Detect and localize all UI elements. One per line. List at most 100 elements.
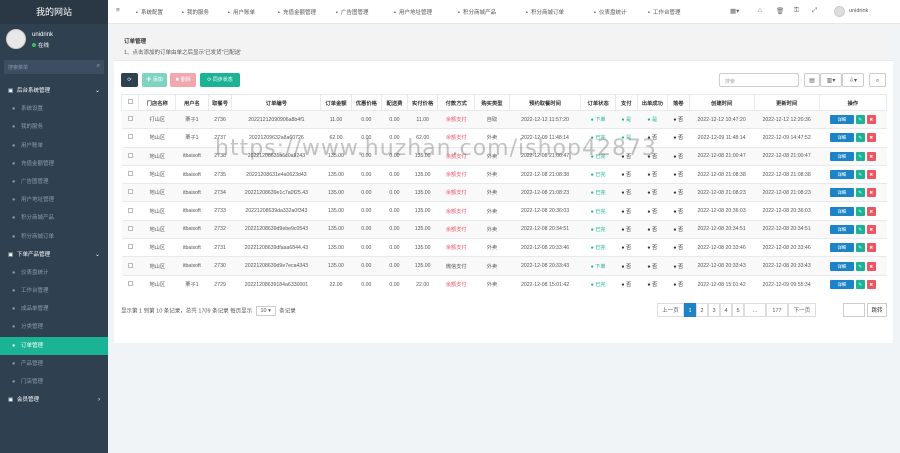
menu-toggle-icon[interactable]: ≡: [116, 7, 120, 14]
table-row[interactable]: 地山区 itbaisoft 2732 20221208639d9ebe9c0543 13…: [121, 219, 887, 239]
sync-button[interactable]: ⟳ 同步状态: [200, 73, 240, 87]
row-checkbox[interactable]: [127, 207, 133, 213]
select-all-checkbox[interactable]: [127, 99, 133, 104]
row-checkbox[interactable]: [127, 281, 133, 287]
column-header[interactable]: 订单金额: [320, 94, 352, 111]
edit-button[interactable]: ✎: [855, 115, 865, 125]
sidebar-item[interactable]: ● 成品单管理: [0, 300, 108, 318]
table-row[interactable]: 地山区 栗子1 2729 20221208639184a6330001 22.00 0.0…: [121, 274, 887, 294]
search-icon[interactable]: ⌕: [97, 63, 100, 70]
home-icon[interactable]: ⌂: [758, 7, 762, 14]
sidebar-item[interactable]: ● 积分商城产品: [0, 209, 108, 227]
topnav-tab[interactable]: ▪ 广告图管理: [336, 8, 368, 16]
row-checkbox[interactable]: [127, 189, 133, 195]
edit-button[interactable]: ✎: [855, 170, 865, 180]
page-button[interactable]: 4: [720, 303, 732, 317]
app-logo[interactable]: 我的网站: [0, 0, 108, 24]
lock-icon[interactable]: ⚿: [794, 7, 799, 15]
prev-page-button[interactable]: 上一页: [657, 303, 684, 317]
view-button[interactable]: 详细: [829, 224, 854, 234]
columns-button[interactable]: ▥▾: [820, 73, 842, 87]
fullscreen-icon[interactable]: ⤢: [812, 7, 817, 15]
table-search-input[interactable]: 搜索: [719, 73, 799, 87]
delete-row-button[interactable]: ✖: [866, 243, 876, 253]
row-checkbox[interactable]: [127, 134, 133, 140]
row-checkbox[interactable]: [127, 225, 133, 231]
column-header[interactable]: 创建时间: [688, 94, 755, 111]
edit-button[interactable]: ✎: [855, 206, 865, 216]
avatar[interactable]: [6, 29, 26, 49]
sidebar-item[interactable]: ▣ 后台系统管理 ⌄: [0, 82, 108, 100]
delete-row-button[interactable]: ✖: [866, 224, 876, 234]
edit-button[interactable]: ✎: [855, 151, 865, 161]
row-checkbox[interactable]: [127, 262, 133, 268]
sidebar-item[interactable]: ● 仪表盘统计: [0, 264, 108, 282]
grid-menu-icon[interactable]: ▦▾: [730, 7, 739, 15]
row-checkbox[interactable]: [127, 244, 133, 250]
sidebar-item[interactable]: ● 用户账单: [0, 137, 108, 155]
table-row[interactable]: 地山区 itbaisoft 2731 20221208639dfaaa6844.43 1…: [121, 238, 887, 257]
column-header[interactable]: 更新时间: [753, 94, 820, 111]
column-header[interactable]: 实付价格: [406, 94, 439, 111]
column-header[interactable]: 配送费: [380, 94, 408, 111]
sidebar-item[interactable]: ● 广告图管理: [0, 173, 108, 191]
delete-row-button[interactable]: ✖: [866, 261, 876, 271]
topnav-tab[interactable]: ▪ 用户账单: [228, 8, 255, 16]
delete-row-button[interactable]: ✖: [866, 151, 876, 161]
topnav-tab[interactable]: ▪ 系统配置: [136, 8, 163, 16]
refresh-button[interactable]: ⟳: [121, 73, 138, 87]
column-header[interactable]: 优惠价格: [350, 94, 382, 111]
view-button[interactable]: 详细: [829, 243, 854, 253]
edit-button[interactable]: ✎: [855, 133, 865, 143]
row-checkbox[interactable]: [127, 116, 133, 122]
topnav-tab[interactable]: ▪ 工作台管理: [648, 8, 680, 16]
topnav-tab[interactable]: ▪ 仪表盘统计: [594, 8, 626, 16]
column-header[interactable]: 操作: [818, 94, 888, 111]
column-header[interactable]: 购买类型: [474, 94, 510, 111]
page-button[interactable]: 5: [732, 303, 744, 317]
sidebar-item[interactable]: ● 用户地址管理: [0, 191, 108, 209]
table-row[interactable]: 打山区 栗子1 2736 20221212090906a8b4f1 11.00 0.00 0…: [121, 109, 887, 129]
sidebar-item[interactable]: ● 我的服务: [0, 118, 108, 136]
view-button[interactable]: 详细: [829, 206, 854, 216]
delete-row-button[interactable]: ✖: [866, 115, 876, 125]
view-button[interactable]: 详细: [829, 280, 854, 290]
jump-button[interactable]: 跳转: [867, 303, 887, 317]
page-button[interactable]: 177: [766, 303, 788, 317]
topnav-tab[interactable]: ▪ 我的服务: [182, 8, 209, 16]
page-button[interactable]: ...: [744, 303, 766, 317]
view-button[interactable]: 详细: [829, 170, 854, 180]
table-row[interactable]: 地山区 itbaisoft 2735 20221208631e4a0623d43 135…: [121, 164, 887, 184]
topnav-tab[interactable]: ▪ 积分商城订单: [526, 8, 564, 16]
advanced-search-button[interactable]: ⌕: [869, 73, 886, 87]
sidebar-item[interactable]: ● 门店管理: [0, 373, 108, 391]
column-header[interactable]: 订单状态: [580, 94, 616, 111]
delete-row-button[interactable]: ✖: [866, 188, 876, 198]
edit-button[interactable]: ✎: [855, 243, 865, 253]
column-header[interactable]: 出单成功: [636, 94, 668, 111]
edit-button[interactable]: ✎: [855, 261, 865, 271]
sidebar-item[interactable]: ▣ 会员管理 ›: [0, 391, 108, 409]
page-button[interactable]: 1: [684, 303, 696, 317]
sidebar-item[interactable]: ● 产品管理: [0, 355, 108, 373]
delete-row-button[interactable]: ✖: [866, 133, 876, 143]
view-button[interactable]: 详细: [829, 188, 854, 198]
page-size-select[interactable]: 10 ▾: [255, 306, 276, 316]
view-button[interactable]: 详细: [829, 115, 854, 125]
page-button[interactable]: 3: [708, 303, 720, 317]
row-checkbox[interactable]: [127, 152, 133, 158]
topnav-tab[interactable]: ▪ 积分商城产品: [458, 8, 496, 16]
next-page-button[interactable]: 下一页: [788, 303, 816, 317]
export-button[interactable]: ⇩▾: [842, 73, 864, 87]
column-header[interactable]: [120, 94, 140, 111]
column-header[interactable]: 落卷: [666, 94, 690, 111]
column-header[interactable]: 取餐号: [207, 94, 233, 111]
edit-button[interactable]: ✎: [855, 224, 865, 234]
column-header[interactable]: 付款方式: [437, 94, 476, 111]
delete-button[interactable]: ✖ 删除: [170, 73, 196, 87]
table-row[interactable]: 地山区 itbaisoft 2733 20221208639da332a0f343 13…: [121, 201, 887, 221]
sidebar-item[interactable]: ● 充值金额管理: [0, 155, 108, 173]
column-header[interactable]: 订单编号: [231, 94, 322, 111]
sidebar-item[interactable]: ● 工作台管理: [0, 282, 108, 300]
topnav-tab[interactable]: ▪ 用户地址管理: [394, 8, 432, 16]
